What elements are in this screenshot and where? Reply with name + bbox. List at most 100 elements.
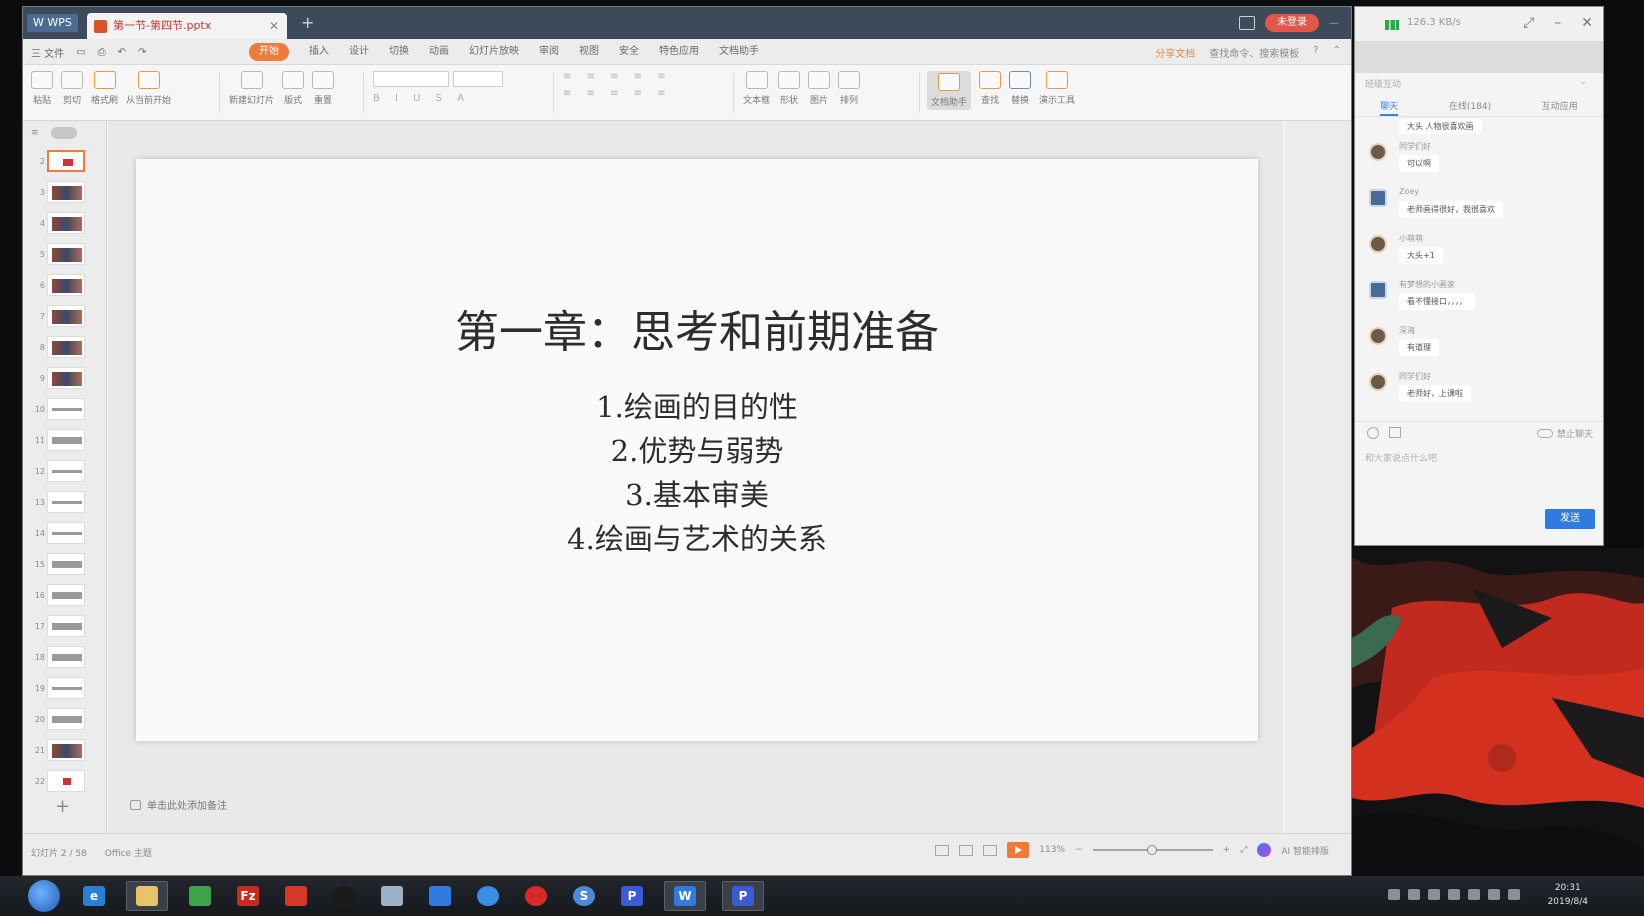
slide-thumbnail[interactable]: 8 [23,333,106,364]
thumbnail-view-toggle[interactable] [50,127,77,139]
slide-bullet-list[interactable]: 1.绘画的目的性 2.优势与弱势 3.基本审美 4.绘画与艺术的关系 [136,385,1258,561]
slide-thumbnail[interactable]: 5 [23,240,106,271]
doc-helper-button[interactable]: 文档助手 [927,71,972,110]
avatar[interactable] [1369,373,1387,391]
minimize-icon[interactable]: – [1554,15,1561,31]
qq-icon[interactable] [328,881,360,911]
zoom-slider-knob[interactable] [1146,845,1157,855]
file-menu[interactable]: 三 文件 [31,45,64,60]
slide-thumbnail[interactable]: 10 [23,395,106,426]
replace-button[interactable]: 替换 [1009,71,1032,106]
blue-app-icon[interactable] [424,881,456,911]
slide-thumbnail[interactable]: 2 [23,147,106,178]
netease-music-icon[interactable] [520,881,552,911]
slide-thumbnail[interactable]: 14 [23,519,106,550]
chat-message-list[interactable]: 大头 人物很喜欢画 同学们好 可以啊 Zoey 老师画得很好，我很喜欢 小萌萌 大头+1 有… [1355,117,1603,415]
reading-view-icon[interactable] [983,844,998,856]
slide-thumbnail[interactable]: 11 [23,426,106,457]
network-icon[interactable] [1468,889,1480,900]
avatar[interactable] [1369,235,1387,253]
arrange-button[interactable]: 排列 [838,71,861,106]
slideshow-play-button[interactable] [1007,842,1030,858]
collapse-ribbon-icon[interactable]: ⌃ [1333,45,1341,60]
shield-icon[interactable] [1428,889,1440,900]
command-search[interactable]: 查找命令、搜索模板 [1209,45,1299,60]
find-button[interactable]: 查找 [979,71,1002,106]
slide-thumbnail[interactable]: 17 [23,612,106,643]
document-tab[interactable]: 第一节-第四节.pptx ✕ [87,13,287,39]
format-painter-button[interactable]: 格式刷 [91,71,118,106]
tray-icon[interactable] [1448,889,1460,900]
ai-layout-icon[interactable] [1257,843,1272,857]
file-explorer-icon[interactable] [126,881,168,911]
presenter-tool-button[interactable]: 演示工具 [1039,71,1075,106]
emoji-icon[interactable] [1367,427,1379,439]
paste-button[interactable]: 粘贴 [31,71,53,106]
add-slide-icon[interactable]: + [55,796,70,817]
menu-item[interactable]: 插入 [309,43,329,61]
filezilla-icon[interactable]: Fz [232,881,264,911]
text-format-buttons[interactable]: B I U S A [373,93,470,104]
avatar[interactable] [1369,189,1387,207]
print-icon[interactable]: ⎙ [98,47,106,58]
menu-item[interactable]: 特色应用 [659,43,699,61]
flag-icon[interactable] [1488,889,1500,900]
new-tab-button[interactable]: + [301,13,314,32]
normal-view-icon[interactable] [935,844,950,856]
image-icon[interactable] [1389,427,1401,438]
avatar[interactable] [1369,281,1387,299]
map-app-icon[interactable] [184,881,216,911]
login-button[interactable]: 未登录 [1265,14,1319,32]
wps-ppt-icon[interactable]: P [616,881,648,911]
textbox-button[interactable]: 文本框 [743,71,770,106]
slide-thumbnail[interactable]: 6 [23,271,106,302]
zoom-in-icon[interactable]: + [1223,845,1231,855]
wps-writer-icon[interactable]: W [664,881,706,911]
menu-item[interactable]: 审阅 [539,43,559,61]
notes-bar[interactable]: 单击此处添加备注 [130,797,227,812]
reset-button[interactable]: 重置 [312,71,335,106]
play-from-current-button[interactable]: 从当前开始 [126,71,171,106]
slide-thumbnail[interactable]: 21 [23,736,106,767]
red-app-icon[interactable] [280,881,312,911]
slide-thumbnail[interactable]: 16 [23,581,106,612]
slide-thumbnail[interactable]: 3 [23,178,106,209]
start-button[interactable] [28,880,60,912]
menu-item[interactable]: 设计 [349,43,369,61]
close-icon[interactable]: ✕ [1581,15,1593,31]
help-icon[interactable]: ? [1313,45,1318,60]
zoom-slider[interactable] [1092,845,1213,855]
zoom-out-icon[interactable]: − [1075,845,1083,855]
slide-thumbnail[interactable]: 18 [23,643,106,674]
share-document-link[interactable]: 分享文档 [1155,45,1195,60]
zoom-level[interactable]: 113% [1039,845,1065,855]
mute-chat-toggle[interactable]: 禁止聊天 [1536,427,1593,440]
layout-button[interactable]: 版式 [282,71,305,106]
menu-item[interactable]: 文档助手 [719,43,759,61]
tab-online[interactable]: 在线(184) [1449,99,1491,116]
slide-thumbnail[interactable]: 4 [23,209,106,240]
paragraph-buttons[interactable]: ≡ ≡ ≡ ≡ ≡ [563,71,672,82]
picture-button[interactable]: 图片 [808,71,831,106]
slide-thumbnail[interactable]: 9 [23,364,106,395]
slide-thumbnail[interactable]: 7 [23,302,106,333]
ie-browser-icon[interactable]: e [78,881,110,911]
slide-thumbnail[interactable]: 13 [23,488,106,519]
close-tab-icon[interactable]: ✕ [269,13,279,39]
slide-thumbnail[interactable]: 12 [23,457,106,488]
menu-item[interactable]: 视图 [579,43,599,61]
menu-item[interactable]: 幻灯片放映 [469,43,519,61]
font-size-select[interactable] [453,71,503,87]
pin-icon[interactable]: ⤢ [1523,15,1534,31]
system-clock[interactable]: 20:31 2019/8/4 [1548,881,1588,909]
avatar[interactable] [1369,143,1387,161]
sogou-icon[interactable]: S [568,881,600,911]
menu-item[interactable]: 安全 [619,43,639,61]
tray-icon[interactable] [1408,889,1420,900]
chevron-down-icon[interactable]: ⌄ [1579,77,1587,87]
redo-icon[interactable]: ↷ [138,47,146,58]
send-button[interactable]: 发送 [1545,509,1595,529]
shape-button[interactable]: 形状 [778,71,801,106]
slide-thumbnail[interactable]: 20 [23,705,106,736]
tray-icon[interactable] [1388,889,1400,900]
